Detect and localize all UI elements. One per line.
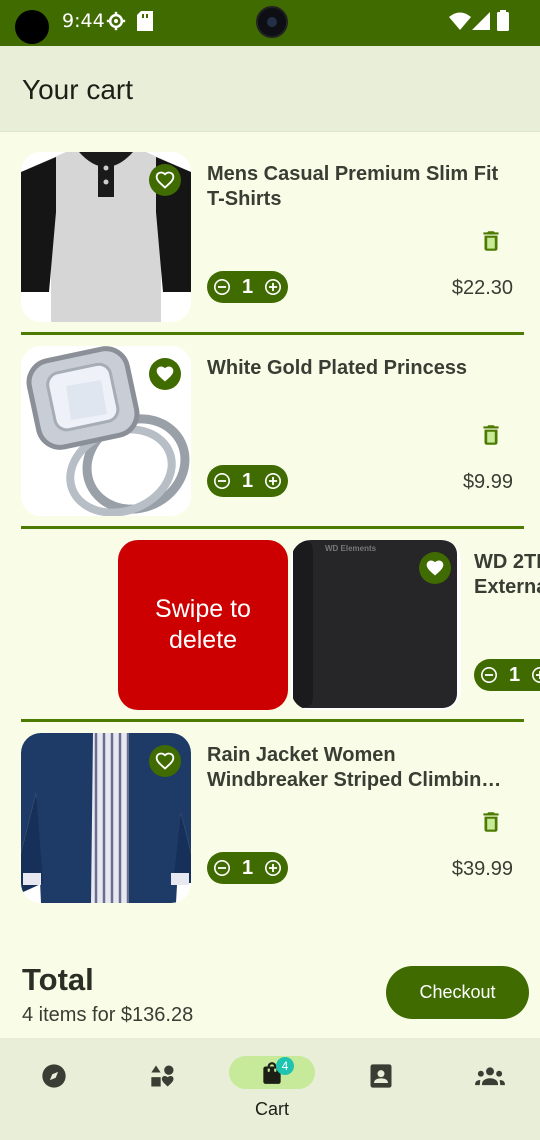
delete-icon[interactable]: [478, 808, 504, 836]
nav-item-cart[interactable]: 4 Cart: [229, 1056, 315, 1120]
nav-indicator: [338, 1056, 424, 1096]
top-app-bar: Your cart: [0, 46, 540, 132]
quantity-value: 1: [241, 275, 254, 298]
nav-indicator: [447, 1056, 533, 1096]
nav-indicator: [120, 1056, 206, 1096]
total-summary: 4 items for $136.28: [22, 1004, 194, 1026]
product-title-line2: Externa: [474, 576, 540, 598]
contact-card-icon: [370, 1064, 392, 1088]
divider: [21, 332, 524, 335]
product-title-line2: T-Shirts: [207, 188, 282, 210]
nav-indicator-active: 4: [229, 1056, 315, 1089]
nav-item-categories[interactable]: [120, 1056, 206, 1120]
checkout-button[interactable]: Checkout: [386, 966, 529, 1019]
quantity-stepper[interactable]: 1: [474, 659, 540, 691]
increase-button[interactable]: [264, 278, 282, 296]
product-title: Rain Jacket Women Windbreaker Striped Cl…: [207, 743, 517, 793]
decrease-button[interactable]: [480, 666, 498, 684]
product-title: WD 2TB Externa: [474, 550, 540, 600]
decrease-button[interactable]: [213, 859, 231, 877]
sd-card-icon: [137, 11, 153, 31]
nav-indicator: [11, 1056, 97, 1096]
total-heading: Total: [22, 962, 94, 997]
product-title-line1: WD 2TB: [474, 551, 540, 573]
heart-filled-icon: [426, 560, 444, 576]
product-title: White Gold Plated Princess: [207, 356, 517, 381]
status-bar: 9:44: [0, 0, 540, 46]
status-time: 9:44: [62, 10, 105, 32]
product-price: $22.30: [451, 277, 513, 299]
signal-icon: [472, 12, 490, 30]
nav-item-people[interactable]: [447, 1056, 533, 1120]
quantity-value: 1: [241, 856, 254, 879]
cart-item[interactable]: Rain Jacket Women Windbreaker Striped Cl…: [0, 733, 540, 909]
divider: [21, 526, 524, 529]
swipe-label: Swipe to delete: [155, 595, 251, 654]
product-title: Mens Casual Premium Slim Fit T-Shirts: [207, 162, 517, 212]
heart-outline-icon: [155, 171, 175, 189]
quantity-value: 1: [241, 469, 254, 492]
product-image[interactable]: [21, 152, 191, 322]
product-image[interactable]: [21, 733, 191, 903]
favorite-button[interactable]: [149, 164, 181, 196]
heart-filled-icon: [156, 366, 174, 382]
product-title-line2: Windbreaker Striped Climbin…: [207, 769, 502, 791]
cart-item[interactable]: White Gold Plated Princess 1 $9.99: [0, 346, 540, 522]
categories-icon: [151, 1065, 174, 1088]
product-price: $9.99: [462, 471, 513, 493]
nav-item-contacts[interactable]: [338, 1056, 424, 1120]
divider: [21, 719, 524, 722]
explore-icon: [42, 1064, 66, 1088]
product-title-line1: Rain Jacket Women: [207, 744, 396, 766]
decrease-button[interactable]: [213, 278, 231, 296]
product-print-text: WD Elements: [325, 544, 377, 553]
product-title-line1: White Gold Plated Princess: [207, 357, 468, 379]
increase-button[interactable]: [264, 472, 282, 490]
delete-icon[interactable]: [478, 421, 504, 449]
product-price: $39.99: [451, 858, 513, 880]
cart-item-swiped[interactable]: WD Elements WD 2TB Externa 1: [270, 540, 540, 716]
increase-button[interactable]: [264, 859, 282, 877]
battery-icon: [497, 10, 509, 31]
product-title-line1: Mens Casual Premium Slim Fit: [207, 163, 499, 185]
product-image[interactable]: WD Elements: [291, 540, 461, 710]
cart-item[interactable]: Mens Casual Premium Slim Fit T-Shirts 1 …: [0, 152, 540, 328]
nav-item-explore[interactable]: [11, 1056, 97, 1120]
settings-status-icon: [106, 11, 126, 31]
swipe-to-delete-indicator[interactable]: Swipe to delete: [118, 540, 288, 710]
decrease-button[interactable]: [213, 472, 231, 490]
front-camera: [256, 6, 288, 38]
quantity-stepper[interactable]: 1: [207, 852, 288, 884]
status-dot: [15, 10, 49, 44]
favorite-button[interactable]: [419, 552, 451, 584]
delete-icon[interactable]: [478, 227, 504, 255]
cart-count-badge: 4: [276, 1057, 294, 1075]
favorite-button[interactable]: [149, 358, 181, 390]
people-icon: [475, 1067, 505, 1086]
bottom-navigation: 4 Cart: [0, 1038, 540, 1140]
wifi-icon: [449, 12, 471, 30]
quantity-stepper[interactable]: 1: [207, 271, 288, 303]
quantity-stepper[interactable]: 1: [207, 465, 288, 497]
page-title: Your cart: [22, 74, 134, 105]
product-image[interactable]: [21, 346, 191, 516]
quantity-value: 1: [508, 663, 521, 686]
heart-outline-icon: [155, 752, 175, 770]
favorite-button[interactable]: [149, 745, 181, 777]
nav-label-cart: Cart: [254, 1099, 289, 1119]
increase-button[interactable]: [531, 666, 540, 684]
